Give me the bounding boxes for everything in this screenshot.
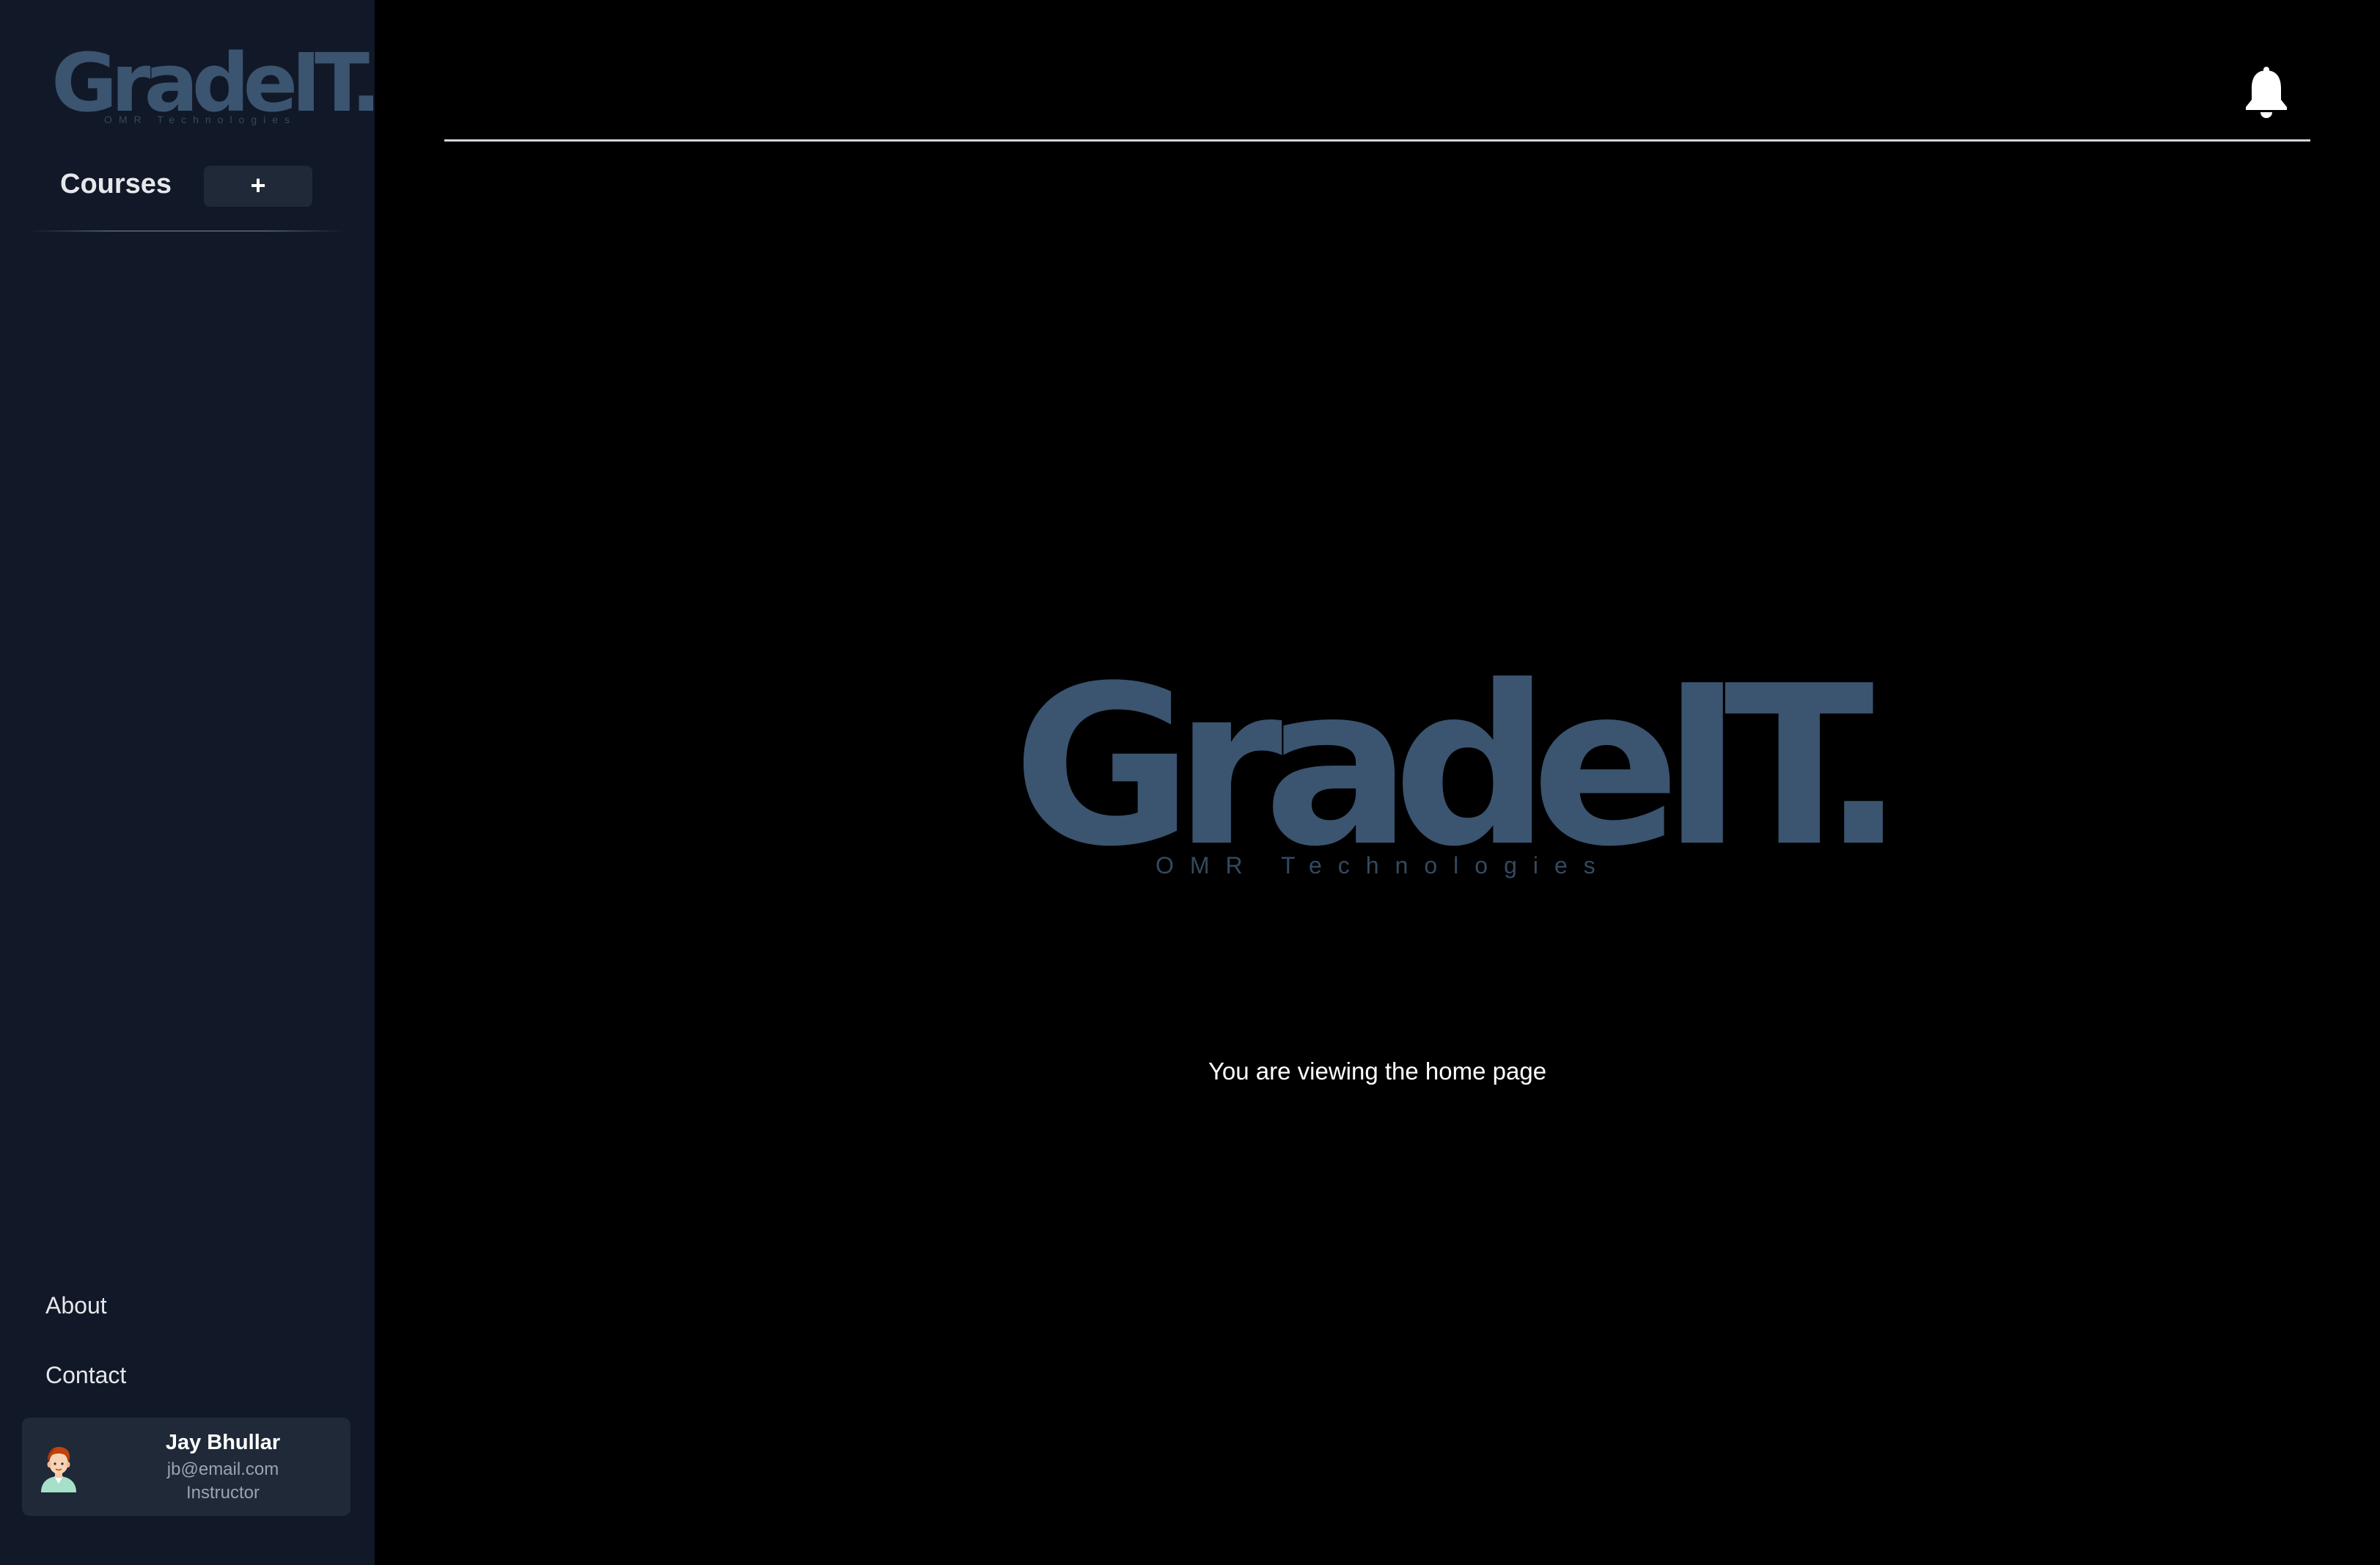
hero-logo: GradeIT. OMR Technologies (1013, 657, 1906, 892)
sidebar-divider (29, 230, 345, 232)
user-profile-card[interactable]: Jay Bhullar jb@email.com Instructor (22, 1418, 350, 1516)
nav-link-contact[interactable]: Contact (45, 1362, 126, 1389)
user-role: Instructor (186, 1483, 260, 1503)
courses-header: Courses + (60, 166, 312, 207)
main-content: GradeIT. OMR Technologies You are viewin… (375, 0, 2380, 1565)
hero-logo-tagline: OMR Technologies (1156, 852, 1612, 879)
header-divider (444, 139, 2310, 142)
nav-link-about[interactable]: About (45, 1292, 107, 1319)
courses-label: Courses (60, 169, 172, 199)
avatar (41, 1447, 76, 1492)
user-email: jb@email.com (166, 1459, 279, 1479)
add-course-button[interactable]: + (204, 166, 312, 207)
hero-logo-wordmark: GradeIT. (1013, 639, 1906, 895)
logo-wordmark: GradeIT. (51, 36, 381, 130)
app-root: GradeIT. OMR Technologies Courses + Abou… (0, 0, 2380, 1565)
home-message: You are viewing the home page (1208, 1058, 1547, 1085)
logo-tagline: OMR Technologies (104, 114, 297, 125)
sidebar: GradeIT. OMR Technologies Courses + Abou… (0, 0, 381, 1565)
bell-icon[interactable] (2243, 66, 2290, 119)
sidebar-logo[interactable]: GradeIT. OMR Technologies (51, 43, 381, 131)
user-name: Jay Bhullar (165, 1431, 281, 1454)
